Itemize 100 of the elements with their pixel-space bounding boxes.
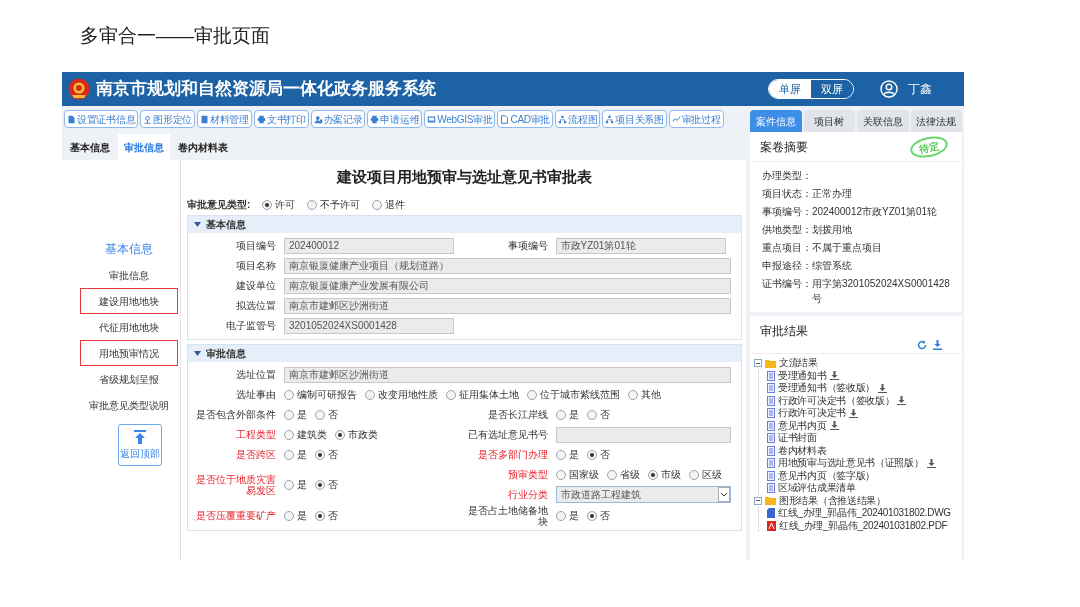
- toolbar-button[interactable]: 设置证书信息: [64, 110, 139, 128]
- radio-label: 是: [297, 408, 307, 422]
- tree-file-label[interactable]: 卷内材料表: [778, 444, 827, 457]
- radio-button[interactable]: [555, 409, 566, 420]
- text-field[interactable]: 202400012: [284, 237, 454, 254]
- radio-button[interactable]: [586, 449, 597, 460]
- radio-button[interactable]: [315, 510, 325, 521]
- radio-label: 其他: [641, 388, 661, 402]
- select-field[interactable]: 市政道路工程建筑: [555, 486, 731, 503]
- radio-button[interactable]: [315, 479, 325, 490]
- radio-button[interactable]: [555, 469, 566, 480]
- radio-button[interactable]: [555, 510, 566, 521]
- download-icon[interactable]: [829, 421, 839, 431]
- toolbar-button[interactable]: 文书打印: [253, 110, 309, 128]
- radio-label: 国家级: [568, 468, 599, 482]
- text-field[interactable]: 南京市建邺区沙洲街道: [284, 366, 731, 383]
- radio-button[interactable]: [284, 449, 294, 460]
- text-field[interactable]: [555, 426, 731, 443]
- nav-item[interactable]: 省级规划呈报: [80, 366, 178, 392]
- tree-file-label[interactable]: 意见书内页: [778, 419, 827, 432]
- radio-button[interactable]: [647, 469, 658, 480]
- radio-button[interactable]: [335, 429, 345, 440]
- user-icon[interactable]: [880, 80, 898, 98]
- tree-file-label[interactable]: 意见书内页（签字版）: [778, 469, 875, 482]
- expand-toggle[interactable]: [754, 359, 762, 368]
- tree-file-label[interactable]: 受理通知书: [778, 369, 827, 382]
- radio-button[interactable]: [307, 199, 318, 210]
- tree-file-label[interactable]: 区域评估成果清单: [778, 482, 856, 495]
- radio-button[interactable]: [446, 389, 456, 400]
- nav-item[interactable]: 用地预审情况: [80, 340, 178, 366]
- radio-button[interactable]: [527, 389, 537, 400]
- nav-item[interactable]: 代征用地地块: [80, 314, 178, 340]
- text-field[interactable]: 南京银厦健康产业发展有限公司: [284, 277, 731, 294]
- download-icon[interactable]: [848, 408, 858, 418]
- text-field[interactable]: 南京银厦健康产业项目（规划道路）: [284, 257, 731, 274]
- form-title: 建设项目用地预审与选址意见书审批表: [335, 167, 593, 187]
- tree-folder-label[interactable]: 文流结果: [779, 357, 818, 370]
- download-icon[interactable]: [933, 340, 942, 350]
- radio-button[interactable]: [586, 510, 597, 521]
- tree-file-label[interactable]: 证书封面: [778, 432, 817, 445]
- toolbar-button[interactable]: CAD审批: [497, 110, 554, 128]
- text-field[interactable]: 南京市建邺区沙洲街道: [284, 297, 731, 314]
- radio-button[interactable]: [284, 479, 294, 490]
- toolbar-button[interactable]: 项目关系图: [602, 110, 667, 128]
- download-icon[interactable]: [829, 371, 839, 381]
- radio-button[interactable]: [315, 449, 325, 460]
- section-header[interactable]: 基本信息: [188, 215, 741, 233]
- radio-button[interactable]: [284, 429, 294, 440]
- radio-button[interactable]: [284, 409, 294, 420]
- tree-file-label[interactable]: 红线_办理_郭晶伟_202401031802.DWG: [778, 507, 951, 520]
- tree-file-label[interactable]: 行政许可决定书: [778, 407, 846, 420]
- nav-item[interactable]: 审批意见类型说明: [80, 392, 178, 418]
- download-icon[interactable]: [897, 396, 907, 406]
- user-name: 丁鑫: [908, 81, 932, 98]
- toolbar-icon: [370, 114, 380, 124]
- nav-item[interactable]: 基本信息: [80, 236, 178, 262]
- download-icon[interactable]: [926, 458, 936, 468]
- tree-file-label[interactable]: 用地预审与选址意见书（证照版）: [778, 457, 924, 470]
- toolbar-button[interactable]: 材料管理: [197, 110, 252, 128]
- radio-button[interactable]: [555, 449, 566, 460]
- toolbar-button[interactable]: 申请运维: [367, 110, 423, 128]
- toolbar-button[interactable]: 审批过程: [668, 110, 724, 128]
- radio-button[interactable]: [586, 409, 597, 420]
- nav-item[interactable]: 审批信息: [80, 262, 178, 288]
- card-title: 案卷摘要: [760, 138, 808, 156]
- nav-item[interactable]: 建设用地地块: [80, 288, 178, 314]
- side-tab[interactable]: 法律法规: [910, 110, 962, 132]
- field-label: 事项编号: [506, 240, 548, 251]
- field-label: 选址事由: [235, 389, 276, 400]
- toolbar-button[interactable]: 办案记录: [310, 110, 366, 128]
- screen-mode-button[interactable]: 单屏: [769, 80, 811, 98]
- toolbar-button[interactable]: 图形定位: [140, 110, 195, 128]
- tree-file-label[interactable]: 行政许可决定书（签收版）: [778, 394, 895, 407]
- radio-button[interactable]: [628, 389, 638, 400]
- radio-button[interactable]: [372, 199, 383, 210]
- toolbar-button[interactable]: 流程图: [555, 110, 601, 128]
- radio-button[interactable]: [284, 510, 294, 521]
- radio-button[interactable]: [365, 389, 375, 400]
- summary-label: 事项编号：: [762, 205, 812, 219]
- text-field[interactable]: 市政YZ01第01轮: [555, 237, 726, 254]
- tree-folder-label[interactable]: 图形结果（含推送结果）: [779, 494, 886, 507]
- section-header[interactable]: 审批信息: [188, 344, 741, 362]
- field-label: 已有选址意见书号: [466, 429, 548, 440]
- radio-button[interactable]: [606, 469, 617, 480]
- radio-button[interactable]: [284, 389, 294, 400]
- summary-value: 综管系统: [812, 259, 852, 273]
- side-tab[interactable]: 关联信息: [857, 110, 909, 132]
- tree-file-label[interactable]: 受理通知书（签收版）: [778, 382, 875, 395]
- tab[interactable]: 审批信息: [118, 134, 170, 160]
- expand-toggle[interactable]: [754, 496, 762, 505]
- text-field[interactable]: 3201052024XS0001428: [284, 317, 454, 334]
- toolbar-button[interactable]: WebGIS审批: [424, 110, 496, 128]
- radio-button[interactable]: [315, 409, 325, 420]
- refresh-icon[interactable]: [917, 340, 927, 350]
- download-icon[interactable]: [878, 383, 887, 393]
- tree-file-label[interactable]: 红线_办理_郭晶伟_202401031802.PDF: [779, 519, 948, 532]
- side-tab[interactable]: 项目树: [803, 110, 855, 132]
- radio-button[interactable]: [262, 199, 273, 210]
- back-to-top-button[interactable]: 返回顶部: [118, 424, 162, 466]
- radio-button[interactable]: [688, 469, 699, 480]
